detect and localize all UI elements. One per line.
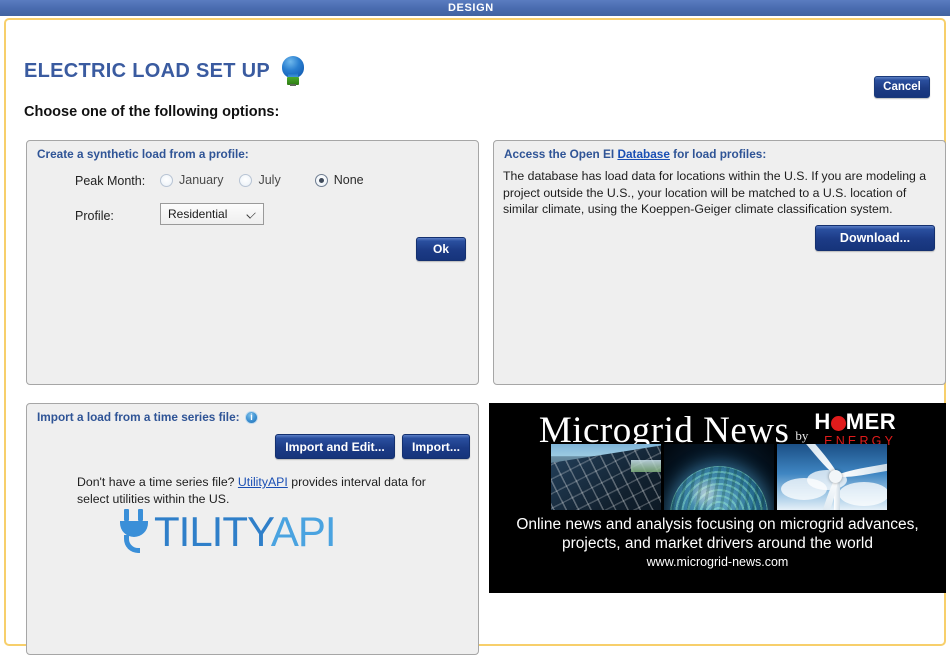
utilityapi-light-text: API bbox=[271, 508, 336, 555]
radio-dot-none bbox=[315, 174, 328, 187]
page-title: ELECTRIC LOAD SET UP bbox=[24, 60, 270, 83]
radio-label-january: January bbox=[179, 173, 223, 187]
radio-label-none: None bbox=[334, 173, 364, 187]
wind-turbine-photo bbox=[777, 444, 887, 510]
dialog-subtitle: Choose one of the following options: bbox=[24, 104, 279, 120]
openei-title-prefix: Access the Open EI bbox=[504, 147, 617, 161]
banner-url[interactable]: www.microgrid-news.com bbox=[489, 555, 946, 569]
info-icon[interactable]: i bbox=[245, 411, 258, 424]
openei-description: The database has load data for locations… bbox=[503, 168, 939, 218]
radio-dot-january bbox=[160, 174, 173, 187]
import-and-edit-button[interactable]: Import and Edit... bbox=[275, 434, 395, 459]
radio-peak-month-january[interactable]: January bbox=[160, 173, 223, 187]
solar-panels-photo bbox=[551, 444, 661, 510]
import-panel-title: Import a load from a time series file: bbox=[37, 410, 240, 424]
import-note-prefix: Don't have a time series file? bbox=[77, 475, 238, 489]
homer-brand-pre: H bbox=[814, 409, 830, 434]
utilityapi-wordmark: TILITYAPI bbox=[154, 511, 336, 553]
radio-peak-month-july[interactable]: July bbox=[239, 173, 280, 187]
openei-panel-title: Access the Open EI Database for load pro… bbox=[504, 147, 766, 161]
plug-icon bbox=[118, 508, 152, 556]
microgrid-news-banner[interactable]: Microgrid News by HMER ENERGY Online new… bbox=[489, 403, 946, 593]
peak-month-label: Peak Month: bbox=[75, 174, 145, 188]
synthetic-load-panel: Create a synthetic load from a profile: … bbox=[26, 140, 479, 385]
banner-image-row bbox=[551, 444, 887, 510]
ok-button[interactable]: Ok bbox=[416, 237, 466, 261]
utilityapi-dark-text: TILITY bbox=[154, 508, 271, 555]
profile-label: Profile: bbox=[75, 209, 114, 223]
design-header-bar: DESIGN bbox=[0, 0, 950, 16]
lightbulb-icon bbox=[280, 56, 306, 86]
homer-brand-post: MER bbox=[846, 409, 896, 434]
globe-photo bbox=[664, 444, 774, 510]
import-note: Don't have a time series file? UtilityAP… bbox=[77, 474, 447, 508]
openei-database-link[interactable]: Database bbox=[617, 147, 669, 161]
download-button[interactable]: Download... bbox=[815, 225, 935, 251]
homer-energy-logo: HMER ENERGY bbox=[814, 412, 896, 447]
profile-select-value: Residential bbox=[168, 207, 227, 221]
utilityapi-logo: TILITYAPI bbox=[118, 508, 336, 556]
cancel-button[interactable]: Cancel bbox=[874, 76, 930, 98]
chevron-down-icon bbox=[246, 209, 255, 218]
homer-wordmark: H MER bbox=[814, 409, 896, 434]
synthetic-load-panel-title: Create a synthetic load from a profile: bbox=[37, 147, 249, 161]
banner-caption: Online news and analysis focusing on mic… bbox=[489, 515, 946, 553]
openei-title-suffix: for load profiles: bbox=[670, 147, 766, 161]
radio-dot-july bbox=[239, 174, 252, 187]
radio-peak-month-none[interactable]: None bbox=[315, 173, 364, 187]
openei-database-panel: Access the Open EI Database for load pro… bbox=[493, 140, 946, 385]
design-header-title: DESIGN bbox=[448, 2, 494, 14]
electric-load-dialog: ELECTRIC LOAD SET UP Choose one of the f… bbox=[4, 18, 946, 646]
dialog-header: ELECTRIC LOAD SET UP bbox=[24, 56, 306, 86]
import-button[interactable]: Import... bbox=[402, 434, 470, 459]
banner-by-label: by bbox=[795, 428, 808, 444]
radio-label-july: July bbox=[258, 173, 280, 187]
profile-select[interactable]: Residential bbox=[160, 203, 264, 225]
peak-month-radio-group: January July None bbox=[160, 173, 380, 187]
homer-circle-icon bbox=[831, 416, 846, 431]
utilityapi-link[interactable]: UtilityAPI bbox=[238, 475, 288, 489]
